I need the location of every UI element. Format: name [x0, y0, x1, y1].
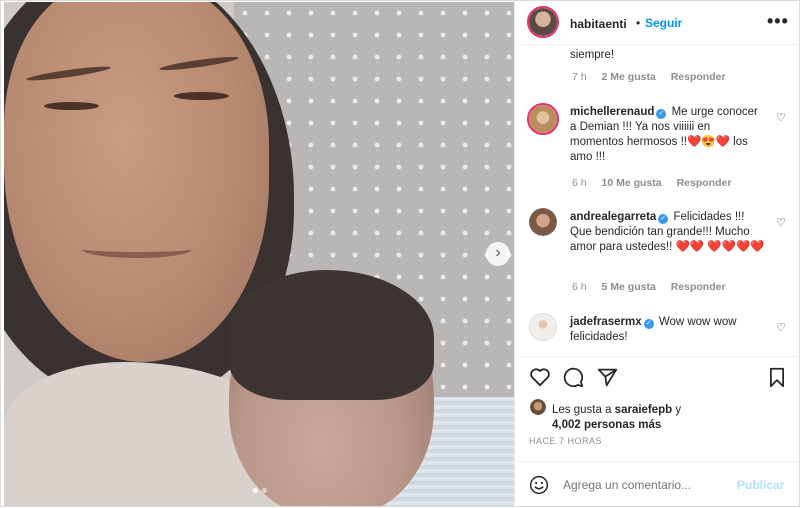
reply-button[interactable]: Responder — [677, 177, 732, 189]
action-bar — [515, 356, 800, 396]
comment-time[interactable]: 6 h — [572, 177, 587, 189]
share-paper-plane-icon[interactable] — [597, 367, 618, 388]
commenter-username[interactable]: michellerenaud — [570, 106, 654, 118]
verified-badge-icon: ✓ — [658, 214, 669, 224]
commenter-username[interactable]: jadefrasermx — [570, 316, 642, 328]
carousel-dot — [262, 488, 267, 493]
comment-input[interactable] — [563, 478, 723, 492]
save-bookmark-icon[interactable] — [768, 367, 786, 388]
post-comment-button[interactable]: Publicar — [737, 478, 784, 492]
liker-avatar[interactable] — [530, 399, 546, 415]
comment-likes[interactable]: 10 Me gusta — [602, 177, 662, 189]
author-username[interactable]: habitaenti — [570, 17, 627, 31]
carousel-dot-active — [253, 488, 258, 493]
right-brow — [158, 54, 240, 73]
commenter-avatar-image — [530, 314, 556, 340]
comment-meta: 6 h 5 Me gusta Responder — [572, 281, 738, 293]
header-separator: • — [636, 16, 641, 30]
post-timestamp[interactable]: HACE 7 HORAS — [529, 436, 602, 446]
reply-button[interactable]: Responder — [671, 71, 726, 83]
comment-text: andrealegarreta ✓ Felicidades !!! Que ben… — [570, 210, 765, 255]
baby-hair — [229, 270, 434, 400]
verified-badge-icon: ✓ — [656, 109, 667, 119]
mouth — [82, 240, 192, 258]
more-options-icon[interactable]: ••• — [767, 11, 789, 32]
heart-emoji-icon: ❤️❤️ — [675, 241, 705, 253]
like-heart-icon[interactable] — [529, 367, 551, 387]
like-comment-icon[interactable]: ♡ — [776, 321, 786, 334]
commenter-avatar-image — [529, 105, 557, 133]
comment-item: siempre! 7 h 2 Me gusta Responder — [515, 45, 800, 90]
like-comment-icon[interactable]: ♡ — [776, 111, 786, 124]
comment-meta: 7 h 2 Me gusta Responder — [572, 71, 738, 83]
verified-badge-icon: ✓ — [643, 319, 654, 329]
comment-likes[interactable]: 2 Me gusta — [602, 71, 656, 83]
comment-text: michellerenaud ✓ Me urge conocer a Demian… — [570, 105, 765, 165]
author-avatar[interactable] — [527, 6, 559, 38]
post-side-panel: habitaenti • Seguir ••• siempre! 7 h 2 M… — [514, 1, 800, 508]
liker-username[interactable]: saraiefepb — [615, 404, 673, 416]
commenter-avatar[interactable] — [529, 208, 557, 236]
likes-count[interactable]: 4,002 personas más — [552, 419, 661, 431]
commenter-username[interactable]: andrealegarreta — [570, 211, 656, 223]
comment-bubble-icon[interactable] — [563, 367, 584, 388]
post-photo[interactable]: › — [4, 2, 514, 506]
likes-summary: Les gusta a saraiefepb y 4,002 personas … — [552, 403, 782, 433]
likes-prefix: Les gusta a — [552, 404, 612, 416]
heart-emoji-icon: ❤️😍❤️ — [686, 136, 730, 148]
likes-joiner: y — [675, 404, 682, 416]
right-eye — [174, 92, 229, 100]
emoji-picker-icon[interactable] — [529, 475, 549, 495]
commenter-avatar[interactable] — [529, 313, 557, 341]
add-comment-bar: Publicar — [515, 461, 800, 508]
comment-time[interactable]: 7 h — [572, 71, 587, 83]
next-arrow-icon[interactable]: › — [486, 242, 510, 266]
reply-button[interactable]: Responder — [671, 281, 726, 293]
heart-emoji-icon: ❤️❤️❤️❤️ — [707, 241, 765, 253]
comment-meta: 6 h 10 Me gusta Responder — [572, 177, 743, 189]
liker-avatar-image — [530, 399, 546, 415]
post-frame: › habitaenti • Seguir ••• siempre! 7 h 2… — [0, 0, 800, 508]
comment-text: siempre! — [570, 49, 615, 61]
comment-item: michellerenaud ✓ Me urge conocer a Demian… — [515, 101, 800, 196]
carousel-dots — [253, 488, 267, 493]
comment-text: jadefrasermx ✓ Wow wow wow felicidades! — [570, 315, 765, 345]
comment-item: andrealegarreta ✓ Felicidades !!! Que ben… — [515, 206, 800, 301]
comment-likes[interactable]: 5 Me gusta — [602, 281, 656, 293]
follow-button[interactable]: Seguir — [645, 16, 682, 30]
left-brow — [25, 64, 112, 83]
post-header: habitaenti • Seguir ••• — [515, 1, 800, 45]
commenter-avatar[interactable] — [527, 103, 559, 135]
like-comment-icon[interactable]: ♡ — [776, 216, 786, 229]
comment-item: jadefrasermx ✓ Wow wow wow felicidades! ♡ — [515, 311, 800, 356]
comment-time[interactable]: 6 h — [572, 281, 587, 293]
author-avatar-image — [529, 8, 557, 36]
left-eye — [44, 102, 99, 110]
commenter-avatar-image — [529, 208, 557, 236]
